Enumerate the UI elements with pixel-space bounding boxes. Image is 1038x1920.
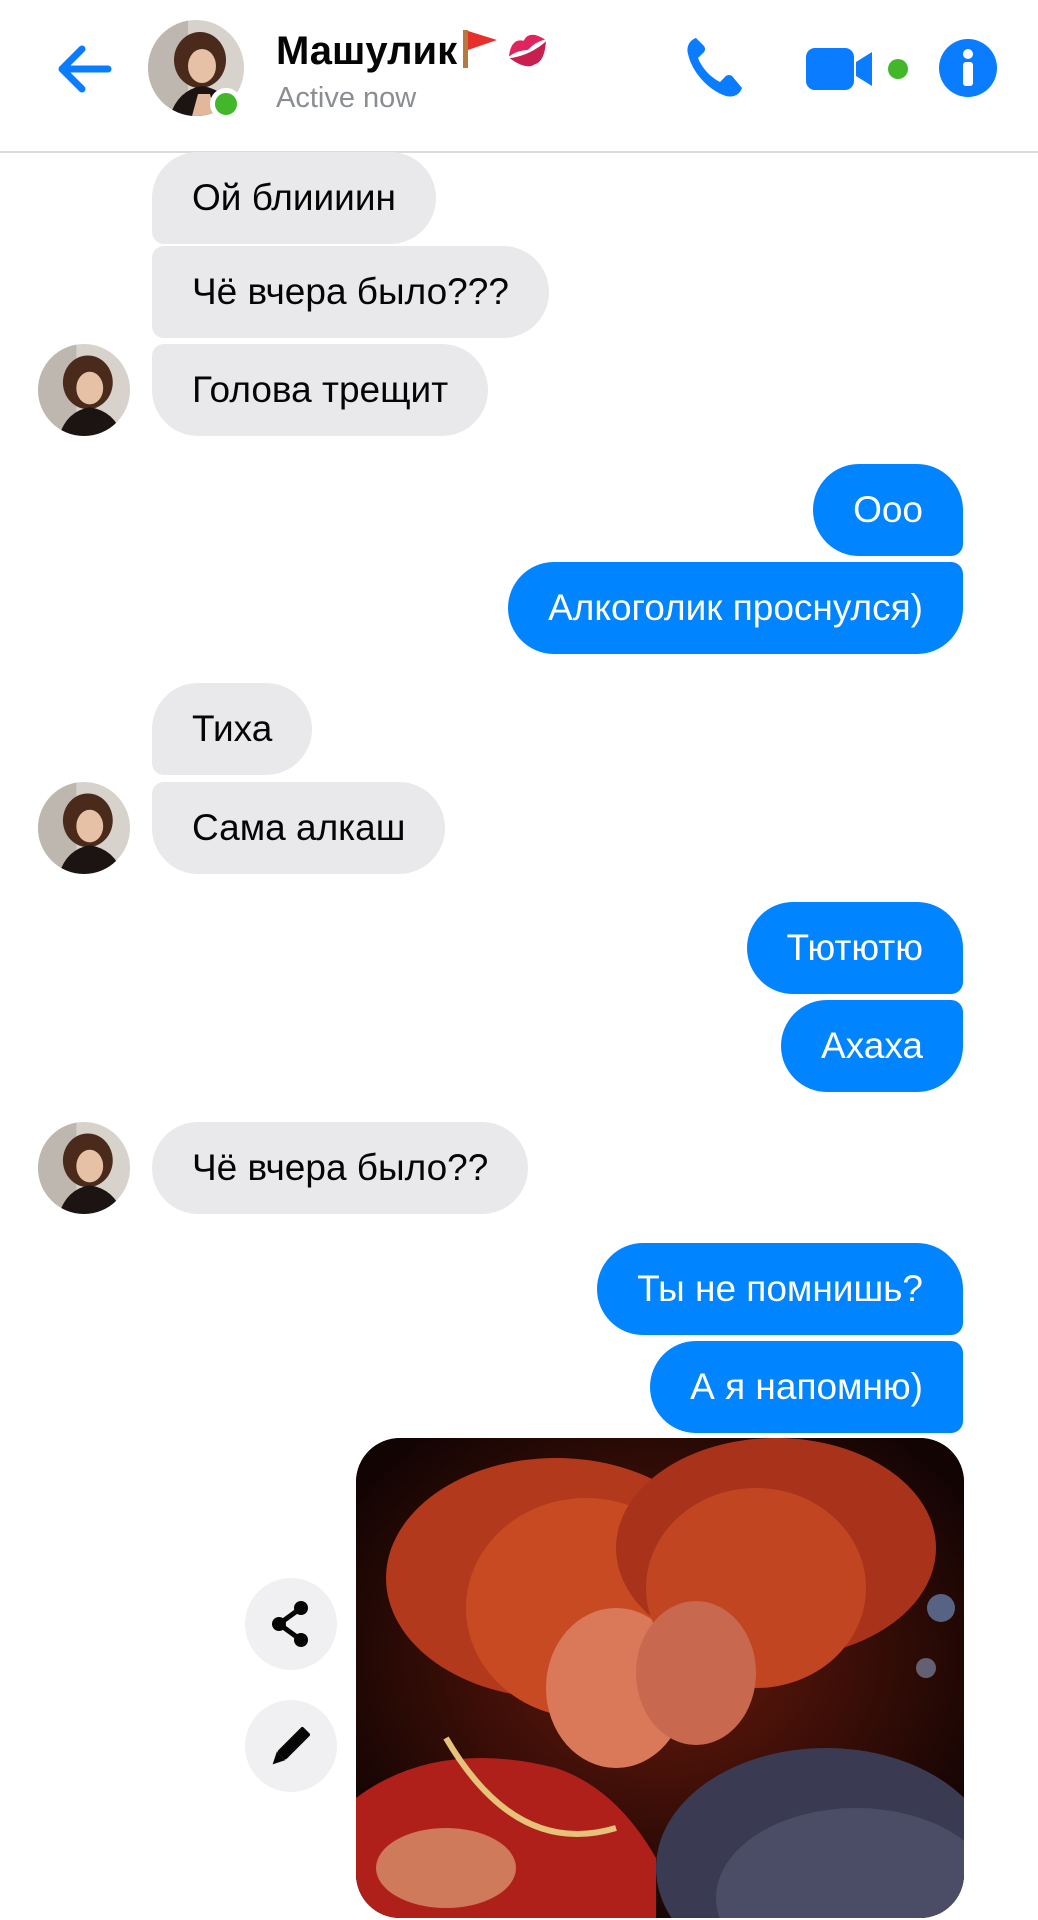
- incoming-message[interactable]: Чё вчера было??: [152, 1122, 529, 1214]
- contact-name[interactable]: Машулик: [276, 26, 551, 74]
- edit-button[interactable]: [245, 1700, 337, 1792]
- share-button[interactable]: [245, 1578, 337, 1670]
- outgoing-message[interactable]: Тютютю: [746, 902, 963, 994]
- outgoing-message[interactable]: А я напомню): [650, 1341, 963, 1433]
- contact-name-text: Машулик: [276, 29, 458, 73]
- kiss-mark-icon: [509, 34, 547, 67]
- incoming-message[interactable]: Сама алкаш: [152, 782, 446, 874]
- phone-icon[interactable]: [682, 32, 746, 102]
- video-call-icon[interactable]: [806, 44, 910, 94]
- incoming-message[interactable]: Ой блиииин: [152, 152, 436, 244]
- chat-header: Машулик Active now: [0, 0, 1038, 153]
- outgoing-message[interactable]: Ахаха: [780, 1000, 963, 1092]
- online-indicator: [210, 88, 242, 120]
- incoming-message[interactable]: Голова трещит: [152, 344, 489, 436]
- outgoing-message[interactable]: Ты не помнишь?: [597, 1243, 963, 1335]
- image-attachment[interactable]: [356, 1438, 964, 1918]
- outgoing-message[interactable]: Алкоголик проснулся): [508, 562, 963, 654]
- info-icon[interactable]: [938, 38, 998, 98]
- flag-emoji-icon: [463, 30, 498, 68]
- edit-icon: [272, 1727, 310, 1765]
- contact-message-avatar: [38, 782, 130, 874]
- contact-message-avatar: [38, 344, 130, 436]
- incoming-message[interactable]: Чё вчера было???: [152, 246, 549, 338]
- contact-message-avatar: [38, 1122, 130, 1214]
- share-icon: [272, 1601, 308, 1647]
- back-arrow-icon[interactable]: [50, 34, 120, 104]
- outgoing-message[interactable]: Ооо: [813, 464, 963, 556]
- status-text: Active now: [276, 82, 417, 114]
- incoming-message[interactable]: Тиха: [152, 683, 313, 775]
